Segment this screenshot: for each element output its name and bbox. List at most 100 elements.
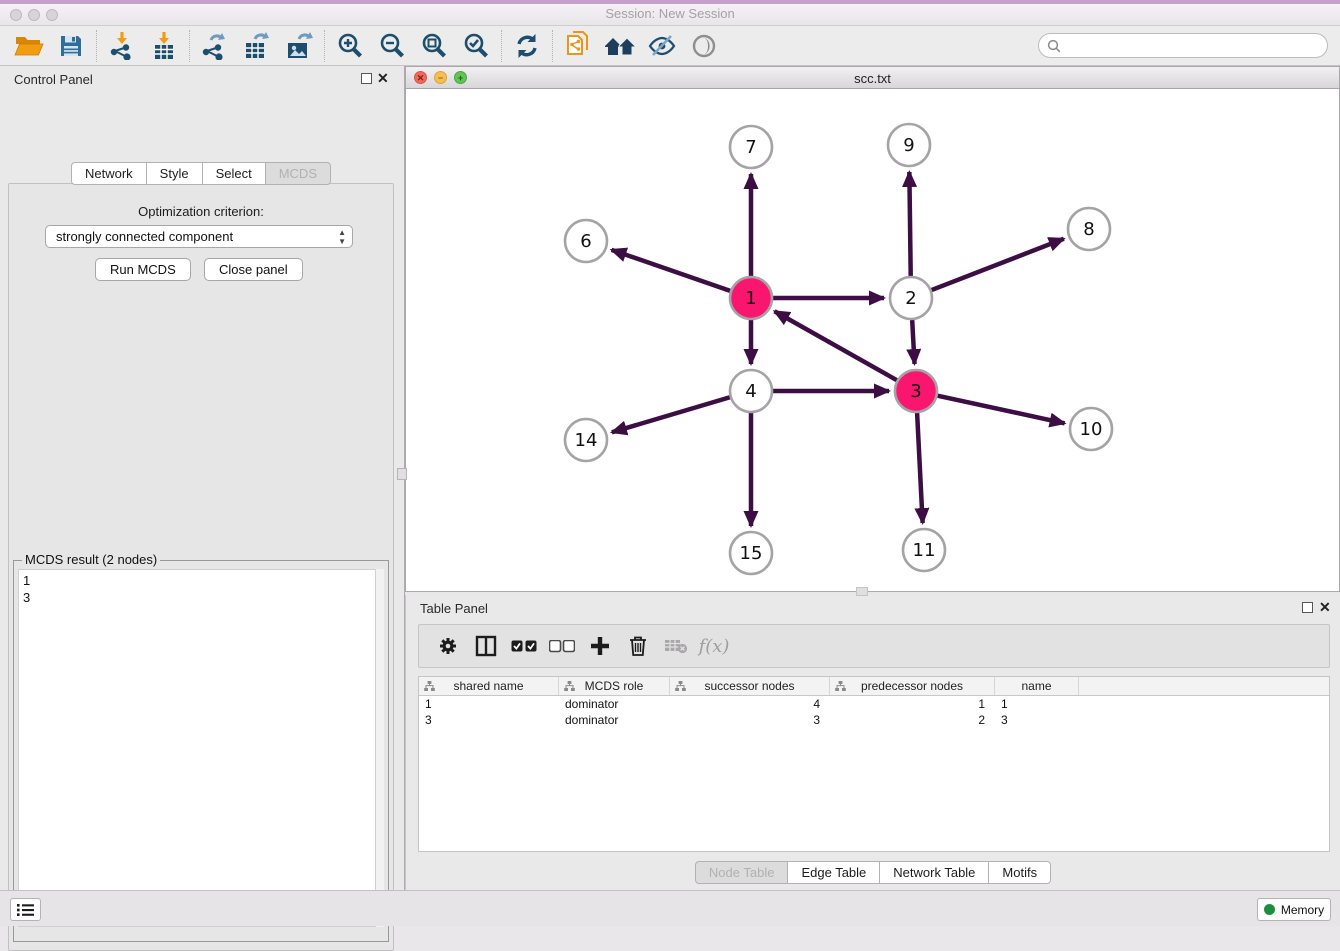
- task-history-button[interactable]: [10, 898, 41, 921]
- hierarchy-icon: [424, 681, 435, 692]
- node-table[interactable]: shared nameMCDS rolesuccessor nodesprede…: [418, 676, 1330, 852]
- network-view-window: ✕ − + scc.txt 7968124314101511: [405, 66, 1340, 592]
- table-cell[interactable]: 1: [995, 696, 1079, 712]
- zoom-out-button[interactable]: [371, 29, 413, 63]
- table-cell[interactable]: 4: [670, 696, 830, 712]
- export-network-icon: [201, 32, 229, 60]
- mcds-result-text[interactable]: 1 3: [18, 569, 376, 927]
- close-panel-icon[interactable]: ✕: [377, 70, 389, 87]
- tab-style[interactable]: Style: [146, 162, 203, 185]
- close-table-panel-icon[interactable]: ✕: [1319, 599, 1331, 616]
- vertical-splitter-handle[interactable]: [397, 468, 407, 480]
- column-header-MCDS-role[interactable]: MCDS role: [559, 677, 670, 695]
- memory-label: Memory: [1281, 903, 1324, 917]
- toolbar-separator: [324, 30, 325, 62]
- zoom-selected-button[interactable]: [455, 29, 497, 63]
- tab-motifs[interactable]: Motifs: [988, 861, 1051, 884]
- table-cell[interactable]: 3: [995, 712, 1079, 728]
- control-panel-header: Control Panel ✕: [0, 66, 402, 92]
- table-row[interactable]: 3dominator323: [419, 712, 1329, 728]
- close-panel-button[interactable]: Close panel: [204, 258, 303, 281]
- application-window: Session: New Session: [0, 0, 1340, 926]
- delete-table-button[interactable]: [657, 628, 695, 664]
- memory-button[interactable]: Memory: [1257, 898, 1331, 921]
- control-panel: Control Panel ✕ Network Style Select MCD…: [0, 66, 402, 890]
- criterion-value: strongly connected component: [56, 229, 233, 244]
- column-header-name[interactable]: name: [995, 677, 1079, 695]
- column-header-shared-name[interactable]: shared name: [419, 677, 559, 695]
- table-row[interactable]: 1dominator411: [419, 696, 1329, 712]
- tab-node-table[interactable]: Node Table: [695, 861, 789, 884]
- table-cell[interactable]: 1: [830, 696, 995, 712]
- graph-edge-2-8[interactable]: [932, 239, 1064, 290]
- create-column-button[interactable]: [581, 628, 619, 664]
- column-header-predecessor-nodes[interactable]: predecessor nodes: [830, 677, 995, 695]
- export-network-button[interactable]: [194, 29, 236, 63]
- import-network-button[interactable]: [101, 29, 143, 63]
- function-builder-button[interactable]: f(x): [695, 628, 733, 664]
- table-settings-button[interactable]: [429, 628, 467, 664]
- graph-edge-3-11[interactable]: [917, 413, 923, 523]
- network-canvas[interactable]: 7968124314101511: [406, 89, 1339, 591]
- delete-table-icon: [664, 638, 688, 654]
- table-cell[interactable]: 3: [419, 712, 559, 728]
- mcds-result-scrollbar[interactable]: [376, 569, 384, 927]
- tab-network[interactable]: Network: [71, 162, 147, 185]
- table-cell[interactable]: dominator: [559, 696, 670, 712]
- show-graphics-details-button[interactable]: [683, 29, 725, 63]
- table-cell[interactable]: 1: [419, 696, 559, 712]
- clone-network-icon: [565, 31, 591, 61]
- zoom-fit-button[interactable]: [413, 29, 455, 63]
- graph-node-label-8: 8: [1083, 219, 1094, 240]
- search-input[interactable]: [1066, 38, 1319, 53]
- mcds-result-box: MCDS result (2 nodes) 1 3: [13, 560, 389, 942]
- hide-selected-button[interactable]: [641, 29, 683, 63]
- graph-edge-2-9[interactable]: [909, 172, 910, 276]
- show-column-panel-button[interactable]: [467, 628, 505, 664]
- column-header-successor-nodes[interactable]: successor nodes: [670, 677, 830, 695]
- trash-icon: [628, 635, 648, 657]
- refresh-button[interactable]: [506, 29, 548, 63]
- window-titlebar: Session: New Session: [0, 0, 1340, 26]
- export-image-button[interactable]: [278, 29, 320, 63]
- save-session-button[interactable]: [50, 29, 92, 63]
- tab-network-table[interactable]: Network Table: [879, 861, 989, 884]
- tab-select[interactable]: Select: [202, 162, 266, 185]
- clone-network-button[interactable]: [557, 29, 599, 63]
- table-cell[interactable]: 2: [830, 712, 995, 728]
- graph-edge-2-3[interactable]: [912, 320, 914, 364]
- criterion-select[interactable]: strongly connected component ▲▼: [45, 225, 353, 248]
- float-panel-icon[interactable]: [361, 73, 372, 84]
- graph-edge-3-10[interactable]: [937, 396, 1064, 424]
- zoom-out-icon: [378, 32, 406, 60]
- delete-column-button[interactable]: [619, 628, 657, 664]
- float-table-panel-icon[interactable]: [1302, 602, 1313, 613]
- graph-node-label-2: 2: [905, 288, 916, 309]
- horizontal-splitter-handle[interactable]: [856, 587, 868, 596]
- graph-edge-3-1[interactable]: [775, 311, 897, 380]
- tab-edge-table[interactable]: Edge Table: [787, 861, 880, 884]
- graph-edge-1-6[interactable]: [612, 250, 731, 291]
- table-cell[interactable]: 3: [670, 712, 830, 728]
- graph-node-label-6: 6: [580, 231, 591, 252]
- network-graph: 7968124314101511: [406, 89, 1339, 591]
- select-all-columns-button[interactable]: [505, 628, 543, 664]
- unselect-all-columns-button[interactable]: [543, 628, 581, 664]
- search-field[interactable]: [1038, 33, 1328, 58]
- table-body: 1dominator4113dominator323: [419, 696, 1329, 728]
- first-neighbors-button[interactable]: [599, 29, 641, 63]
- zoom-selected-icon: [462, 32, 490, 60]
- import-table-button[interactable]: [143, 29, 185, 63]
- table-panel-title: Table Panel: [420, 601, 488, 616]
- zoom-in-button[interactable]: [329, 29, 371, 63]
- table-cell[interactable]: dominator: [559, 712, 670, 728]
- graph-edge-4-14[interactable]: [612, 397, 730, 432]
- toolbar-separator: [501, 30, 502, 62]
- open-session-button[interactable]: [8, 29, 50, 63]
- tab-mcds[interactable]: MCDS: [265, 162, 331, 185]
- list-icon: [17, 903, 34, 917]
- run-mcds-button[interactable]: Run MCDS: [95, 258, 191, 281]
- mcds-panel-body: Optimization criterion: strongly connect…: [8, 183, 394, 951]
- export-table-button[interactable]: [236, 29, 278, 63]
- table-panel-tabs: Node Table Edge Table Network Table Moti…: [406, 861, 1340, 884]
